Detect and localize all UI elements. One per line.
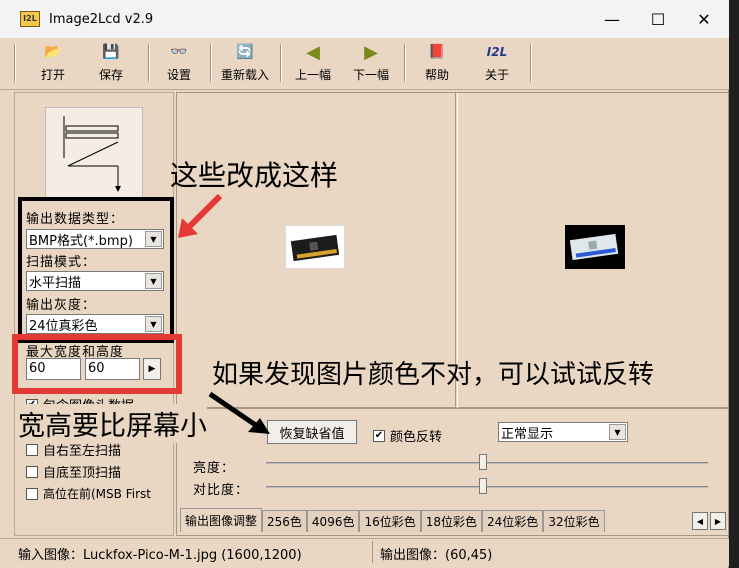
size-settings-highlight	[12, 334, 182, 394]
annotation-size-hint: 宽高要比屏幕小	[18, 404, 207, 443]
tab-4096-color[interactable]: 4096色	[306, 510, 360, 532]
next-image-button[interactable]: ▶ 下一幅	[348, 42, 394, 86]
input-image-status: 输入图像：Luckfox-Pico-M-1.jpg (1600,1200)	[18, 548, 302, 563]
open-folder-icon: 📂	[44, 44, 62, 60]
maximize-button[interactable]: ☐	[635, 0, 681, 38]
display-mode-select[interactable]: 正常显示 ▼	[498, 422, 628, 442]
open-label: 打开	[40, 68, 65, 82]
display-mode-value: 正常显示	[501, 426, 554, 442]
tab-scroll-right-icon[interactable]: ▶	[710, 512, 726, 530]
open-button[interactable]: 📂 打开	[32, 42, 74, 86]
brightness-slider[interactable]	[266, 462, 708, 464]
black-arrow-icon	[208, 391, 270, 434]
window-title: Image2Lcd v2.9	[49, 11, 154, 27]
invert-color-label: 颜色反转	[390, 430, 443, 445]
help-button[interactable]: 📕 帮助	[418, 42, 456, 86]
help-label: 帮助	[424, 68, 449, 82]
toolbar-separator	[404, 44, 406, 82]
annotation-change-these: 这些改成这样	[170, 159, 339, 192]
save-button[interactable]: 💾 保存	[90, 42, 132, 86]
toolbar: 📂 打开 💾 保存 👓 设置 🔄 重新载入 ◀ 上一幅 ▶ 下一幅 📕 帮助 I…	[0, 38, 729, 90]
bottom-to-top-checkbox[interactable]: 自底至顶扫描	[26, 462, 121, 481]
status-bar: 输入图像：Luckfox-Pico-M-1.jpg (1600,1200) 输出…	[0, 538, 729, 566]
contrast-slider[interactable]	[266, 486, 708, 488]
tab-24bit-color[interactable]: 24位彩色	[482, 510, 544, 532]
output-image-thumbnail	[565, 225, 625, 269]
tab-scroll-left-icon[interactable]: ◀	[692, 512, 708, 530]
bottom-to-top-label: 自底至顶扫描	[43, 466, 122, 481]
brightness-slider-thumb[interactable]	[478, 454, 487, 470]
toolbar-separator	[210, 44, 212, 82]
color-tabs: 输出图像调整 256色 4096色 16位彩色 18位彩色 24位彩色 32位彩…	[180, 508, 605, 532]
reload-button[interactable]: 🔄 重新载入	[216, 42, 274, 86]
contrast-slider-thumb[interactable]	[478, 478, 487, 494]
input-image-thumbnail	[285, 225, 345, 269]
brightness-label: 亮度：	[193, 461, 236, 476]
check-icon: ✔	[373, 429, 385, 442]
settings-button[interactable]: 👓 设置	[158, 42, 200, 86]
arrow-left-icon: ◀	[306, 41, 320, 63]
toolbar-separator	[148, 44, 150, 82]
output-settings-highlight	[18, 197, 174, 343]
app-icon: I2L	[20, 11, 40, 27]
help-book-icon: 📕	[428, 44, 446, 60]
red-arrow-icon	[178, 193, 223, 238]
toolbar-separator	[14, 44, 16, 82]
save-disk-icon: 💾	[102, 44, 120, 60]
tab-16bit-color[interactable]: 16位彩色	[359, 510, 421, 532]
tab-32bit-color[interactable]: 32位彩色	[543, 510, 605, 532]
invert-color-checkbox[interactable]: ✔ 颜色反转	[373, 426, 442, 445]
output-image-status: 输出图像：(60,45)	[380, 548, 493, 563]
annotation-invert-hint: 如果发现图片颜色不对，可以试试反转	[212, 360, 655, 390]
reload-icon: 🔄	[236, 44, 254, 60]
glasses-icon: 👓	[170, 44, 188, 60]
title-bar: I2L Image2Lcd v2.9 — ☐ ✕	[0, 0, 729, 38]
chevron-down-icon: ▼	[609, 424, 626, 440]
scan-diagram-icon	[63, 116, 121, 192]
arrow-right-icon: ▶	[364, 41, 378, 63]
about-label: 关于	[484, 68, 509, 82]
msb-first-label: 高位在前(MSB First	[43, 487, 151, 501]
about-logo-icon: I2L	[486, 45, 508, 59]
prev-image-button[interactable]: ◀ 上一幅	[290, 42, 336, 86]
msb-first-checkbox[interactable]: 高位在前(MSB First	[26, 485, 151, 502]
close-button[interactable]: ✕	[681, 0, 727, 38]
next-label: 下一幅	[352, 68, 389, 82]
settings-label: 设置	[166, 68, 191, 82]
tab-output-adjust[interactable]: 输出图像调整	[180, 508, 263, 532]
toolbar-separator	[530, 44, 532, 82]
restore-defaults-button[interactable]: 恢复缺省值	[267, 420, 357, 444]
tab-256-color[interactable]: 256色	[262, 510, 307, 532]
save-label: 保存	[98, 68, 123, 82]
prev-label: 上一幅	[294, 68, 331, 82]
toolbar-separator	[280, 44, 282, 82]
reload-label: 重新载入	[220, 68, 269, 82]
minimize-button[interactable]: —	[589, 0, 635, 38]
tab-18bit-color[interactable]: 18位彩色	[420, 510, 483, 532]
background-window-edge	[729, 0, 739, 568]
contrast-label: 对比度：	[193, 483, 250, 498]
about-button[interactable]: I2L 关于	[478, 42, 516, 86]
scan-direction-preview	[45, 107, 143, 199]
